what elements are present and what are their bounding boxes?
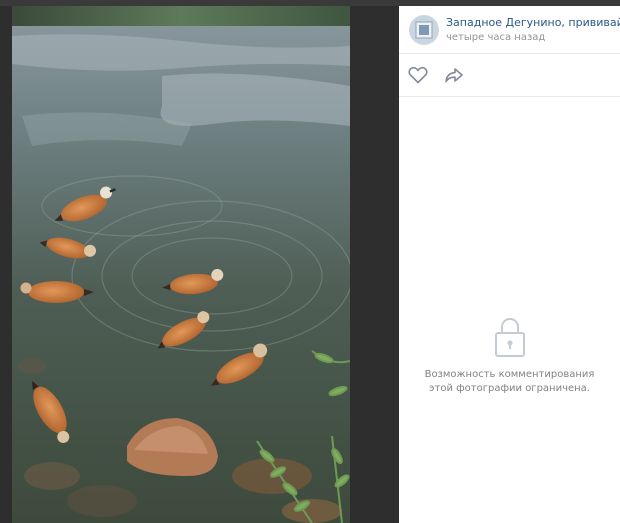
photo-viewer: Западное Дегунино, прививайся! четыре ча… — [0, 0, 620, 523]
like-button[interactable] — [407, 64, 429, 86]
comments-restricted: Возможность комментирования этой фотогра… — [399, 316, 620, 396]
photo-side-panel: Западное Дегунино, прививайся! четыре ча… — [399, 6, 620, 523]
post-time: четыре часа назад — [446, 32, 546, 43]
heart-icon — [408, 66, 428, 84]
share-arrow-icon — [445, 68, 463, 83]
photo-image — [12, 6, 350, 523]
comments-restricted-text: Возможность комментирования этой фотогра… — [424, 369, 595, 394]
lock-icon — [494, 317, 525, 357]
avatar-image — [410, 16, 438, 44]
avatar[interactable] — [409, 15, 439, 45]
photo[interactable] — [12, 6, 350, 523]
author-link[interactable]: Западное Дегунино, прививайся! — [446, 16, 620, 29]
post-header: Западное Дегунино, прививайся! четыре ча… — [399, 6, 620, 54]
post-actions — [399, 54, 620, 97]
share-button[interactable] — [443, 64, 465, 86]
